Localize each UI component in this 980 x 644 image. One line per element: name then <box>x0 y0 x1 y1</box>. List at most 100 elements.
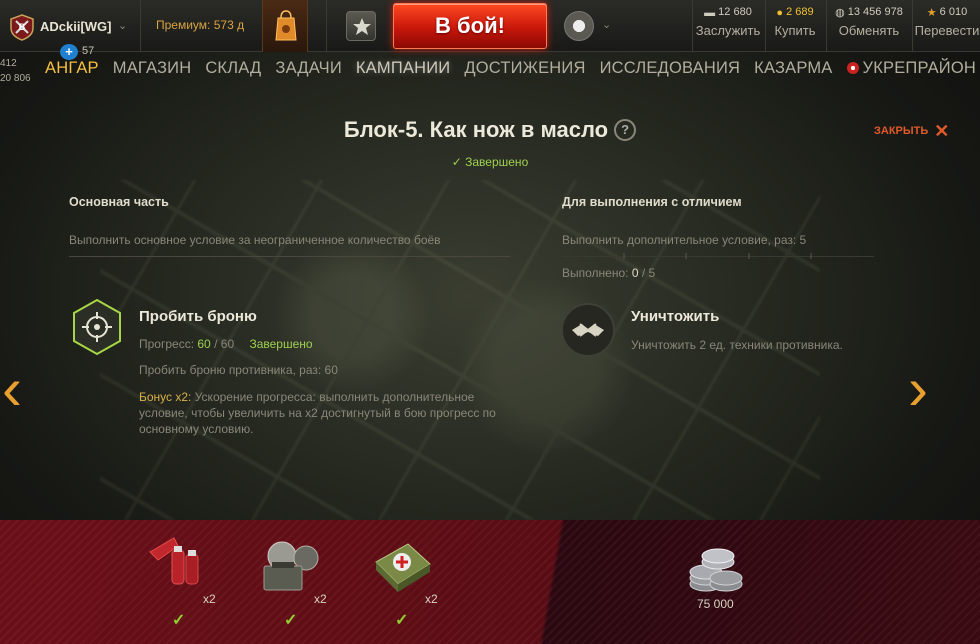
destroy-icon <box>561 303 615 357</box>
exchange-button[interactable]: Обменять <box>828 23 910 38</box>
divider <box>140 0 141 52</box>
first-aid-kit-icon[interactable] <box>368 534 438 594</box>
player-level: 57 <box>82 45 95 57</box>
nav-stronghold[interactable]: УКРЕПРАЙОН <box>846 59 976 83</box>
premium-label: Премиум: <box>156 18 211 32</box>
battle-mode-icon[interactable] <box>564 11 594 41</box>
reward-count: x2 <box>425 592 438 606</box>
progress-label: Прогресс: <box>139 337 195 351</box>
check-icon: ✓ <box>395 612 409 629</box>
divider <box>326 0 327 52</box>
premium-info[interactable]: Премиум: 573 д <box>156 18 244 32</box>
nav-achievements[interactable]: ДОСТИЖЕНИЯ <box>464 59 585 83</box>
clan-emblem-icon[interactable]: B <box>8 13 36 41</box>
mission-status: ✓ Завершено <box>0 155 980 169</box>
mission-title: Блок-5. Как нож в масло <box>343 117 609 142</box>
player-name[interactable]: ADckii[WG] <box>40 19 112 34</box>
side-stats: 412 20 806 <box>0 56 31 86</box>
done-current: 0 <box>631 266 639 280</box>
bonus-desc: Ускорение прогресса: выполнить дополните… <box>139 390 496 436</box>
ranked-battle-button[interactable] <box>346 11 376 41</box>
main-heading: Основная часть <box>69 195 169 209</box>
chevron-down-icon[interactable]: ⌄ <box>602 18 611 31</box>
stat-line: 412 <box>0 58 17 69</box>
nav-research[interactable]: ИССЛЕДОВАНИЯ <box>600 59 741 83</box>
buy-button[interactable]: Купить <box>766 23 824 38</box>
currency-free-xp[interactable]: ★ 6 010 Перевести <box>914 6 980 50</box>
chevron-down-icon[interactable]: ⌄ <box>118 19 127 32</box>
nav-barracks[interactable]: КАЗАРМА <box>754 59 832 83</box>
shopping-bag-icon <box>275 10 297 41</box>
nav-hangar[interactable]: АНГАР <box>45 59 99 83</box>
gold-amount: 2 689 <box>786 6 814 18</box>
close-icon: ✕ <box>934 121 950 141</box>
main-task-desc: Пробить броню противника, раз: 60 <box>139 363 338 377</box>
nav-campaigns[interactable]: КАМПАНИИ <box>356 59 450 83</box>
arrow-left-icon[interactable]: ‹ <box>2 354 22 423</box>
extra-done: Выполнено: 0 / 5 <box>562 265 655 281</box>
svg-text:B: B <box>19 22 26 32</box>
bonds-amount: 12 680 <box>718 6 752 18</box>
reward-count: 75 000 <box>697 597 734 611</box>
mission-title-row: Блок-5. Как нож в масло? <box>0 117 980 143</box>
nav-stronghold-label: УКРЕПРАЙОН <box>862 59 976 77</box>
stat-line: 20 806 <box>0 73 31 84</box>
earn-button[interactable]: Заслужить <box>693 23 763 38</box>
progress-status: Завершено <box>249 337 313 351</box>
check-icon: ✓ <box>172 612 186 629</box>
nav-shop[interactable]: МАГАЗИН <box>113 59 192 83</box>
main-nav: АНГАР МАГАЗИН СКЛАД ЗАДАЧИ КАМПАНИИ ДОСТ… <box>45 59 980 83</box>
progress-sep: / <box>214 337 218 351</box>
convert-button[interactable]: Перевести <box>914 23 980 38</box>
divider <box>912 0 913 52</box>
nav-missions[interactable]: ЗАДАЧИ <box>275 59 341 83</box>
fire-extinguisher-icon[interactable] <box>140 532 210 592</box>
nav-depot[interactable]: СКЛАД <box>205 59 261 83</box>
bonus-label: Бонус x2: <box>139 390 192 404</box>
repair-kit-icon[interactable] <box>258 536 328 596</box>
extra-progress-ticks <box>623 253 812 259</box>
divider <box>69 256 510 257</box>
gold-icon: ● <box>776 7 784 19</box>
premium-value: 573 д <box>213 18 245 32</box>
extra-task-title: Уничтожить <box>631 308 720 325</box>
extra-condition: Выполнить дополнительное условие, раз: 5 <box>562 233 807 247</box>
check-icon: ✓ <box>284 612 298 629</box>
free-xp-amount: 6 010 <box>939 6 968 18</box>
progress-total: 60 <box>220 337 235 351</box>
extra-task-desc: Уничтожить 2 ед. техники противника. <box>631 338 843 352</box>
battle-button[interactable]: В бой! <box>393 3 547 49</box>
extra-heading: Для выполнения с отличием <box>562 195 742 209</box>
main-condition: Выполнить основное условие за неограниче… <box>69 233 441 247</box>
star-icon <box>353 18 371 35</box>
divider <box>826 0 827 52</box>
credits-stack-icon[interactable] <box>684 542 748 598</box>
stronghold-icon <box>846 62 859 74</box>
main-task-title: Пробить броню <box>139 308 257 325</box>
credits-icon: ◍ <box>835 7 845 19</box>
rewards-panel: x2 ✓ x2 ✓ x2 ✓ 75 000 <box>0 520 980 644</box>
free-xp-icon: ★ <box>926 7 937 19</box>
progress-current: 60 <box>197 337 211 351</box>
mission-status-text: Завершено <box>465 155 529 169</box>
shop-button[interactable] <box>262 0 308 52</box>
credits-amount: 13 456 978 <box>847 6 903 18</box>
currency-credits[interactable]: ◍ 13 456 978 Обменять <box>828 6 910 50</box>
check-icon: ✓ <box>451 155 466 169</box>
currency-gold[interactable]: ● 2 689 Купить <box>766 6 824 50</box>
reward-count: x2 <box>203 592 216 606</box>
close-button[interactable]: ЗАКРЫТЬ ✕ <box>874 121 949 142</box>
done-label: Выполнено: <box>562 266 629 280</box>
player-level-badge: + <box>60 44 78 60</box>
arrow-right-icon[interactable]: › <box>908 354 928 423</box>
app-window: B ADckii[WG] ⌄ Премиум: 573 д В бой! ⌄ ▬… <box>0 0 980 644</box>
help-icon[interactable]: ? <box>614 119 637 141</box>
reward-count: x2 <box>314 592 327 606</box>
done-total: 5 <box>648 266 656 280</box>
currency-bonds[interactable]: ▬ 12 680 Заслужить <box>693 6 763 50</box>
done-sep: / <box>641 266 646 280</box>
bonds-icon: ▬ <box>704 7 716 19</box>
top-bar: B ADckii[WG] ⌄ Премиум: 573 д В бой! ⌄ ▬… <box>0 0 980 52</box>
close-label: ЗАКРЫТЬ <box>874 125 929 137</box>
penetrate-armor-icon <box>73 298 121 356</box>
